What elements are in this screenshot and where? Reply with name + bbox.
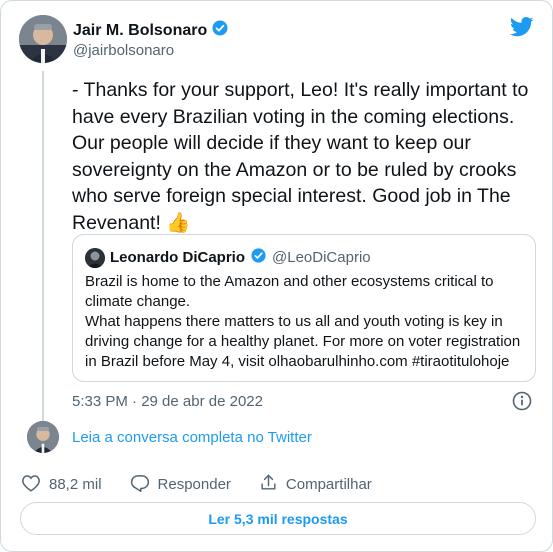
reply-icon xyxy=(130,473,150,496)
heart-icon xyxy=(21,474,41,496)
read-full-conversation-link[interactable]: Leia a conversa completa no Twitter xyxy=(72,429,312,446)
share-icon xyxy=(259,473,278,496)
share-button[interactable]: Compartilhar xyxy=(259,473,372,496)
quoted-author-name: Leonardo DiCaprio xyxy=(110,249,246,266)
thread-avatar[interactable] xyxy=(27,421,59,453)
quoted-tweet-text: Brazil is home to the Amazon and other e… xyxy=(85,273,521,370)
author-name[interactable]: Jair M. Bolsonaro xyxy=(73,22,207,40)
quoted-tweet-header: Leonardo DiCaprio @LeoDiCaprio xyxy=(85,247,371,268)
author-handle[interactable]: @jairbolsonaro xyxy=(73,42,174,59)
verified-badge-icon xyxy=(250,247,267,268)
reply-button[interactable]: Responder xyxy=(130,473,231,496)
thread-line xyxy=(42,71,44,421)
quoted-author-avatar xyxy=(85,247,105,268)
info-icon[interactable] xyxy=(512,391,532,416)
author-avatar[interactable] xyxy=(19,15,67,63)
reply-label: Responder xyxy=(157,476,231,493)
tweet-text: - Thanks for your support, Leo! It's rea… xyxy=(72,79,529,234)
action-bar: 88,2 mil Responder Compartilhar xyxy=(21,473,400,496)
like-button[interactable]: 88,2 mil xyxy=(21,474,102,496)
author-name-row[interactable]: Jair M. Bolsonaro xyxy=(73,19,229,42)
quoted-author-handle: @LeoDiCaprio xyxy=(272,249,371,266)
twitter-bird-icon[interactable] xyxy=(509,17,534,42)
share-label: Compartilhar xyxy=(285,476,372,493)
quoted-tweet[interactable]: Leonardo DiCaprio @LeoDiCaprio Brazil is… xyxy=(72,234,536,382)
like-count: 88,2 mil xyxy=(49,476,102,493)
tweet-timestamp[interactable]: 5:33 PM · 29 de abr de 2022 xyxy=(72,393,263,410)
read-replies-button[interactable]: Ler 5,3 mil respostas xyxy=(20,502,536,535)
verified-badge-icon xyxy=(211,19,229,42)
tweet-embed-card: Jair M. Bolsonaro @jairbolsonaro - Thank… xyxy=(0,0,553,552)
